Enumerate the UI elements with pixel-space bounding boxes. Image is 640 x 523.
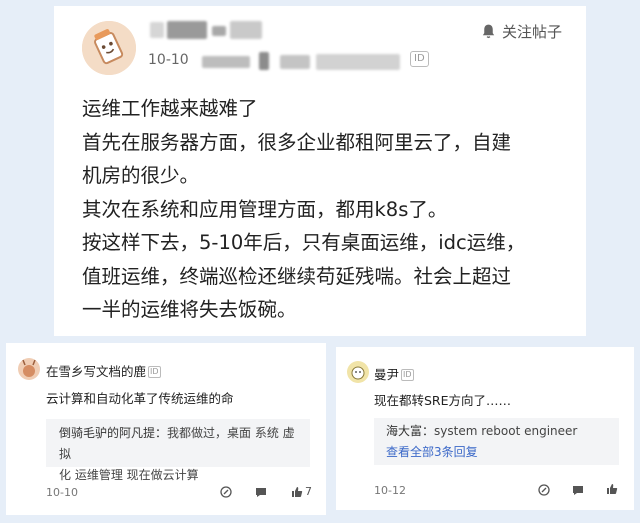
reply-button[interactable] xyxy=(255,486,267,498)
redacted-meta xyxy=(202,56,250,68)
id-badge: ID xyxy=(410,51,429,67)
commenter-name-text: 在雪乡写文档的鹿 xyxy=(46,364,147,379)
like-button[interactable] xyxy=(606,483,618,495)
comment-card: 在雪乡写文档的鹿 ID 云计算和自动化革了传统运维的命 倒骑毛驴的阿凡提：我都做过… xyxy=(6,343,326,515)
post-line: 运维工作越来越难了 xyxy=(82,97,258,120)
reply-preview[interactable]: 倒骑毛驴的阿凡提：我都做过，桌面 系统 虚拟 化 运维管理 现在做云计算 xyxy=(46,419,310,482)
thumbs-up-icon xyxy=(607,484,618,494)
post-line: 按这样下去，5-10年后，只有桌面运维，idc运维， xyxy=(82,231,526,254)
edit-icon xyxy=(538,484,550,496)
like-count: 7 xyxy=(305,485,312,498)
thumbs-up-icon xyxy=(292,486,303,497)
comment-text: 现在都转SRE方向了…… xyxy=(374,393,512,408)
post-line: 机房的很少。 xyxy=(82,164,200,187)
redacted-author-name xyxy=(230,21,262,39)
like-button[interactable]: 7 xyxy=(291,485,312,498)
comment-date: 10-10 xyxy=(46,486,78,499)
post-line: 一半的运维将失去饭碗。 xyxy=(82,298,297,321)
comment-icon xyxy=(256,488,266,497)
redacted-meta xyxy=(316,54,400,70)
commenter-avatar[interactable] xyxy=(18,358,40,380)
id-badge: ID xyxy=(401,369,414,381)
comment-text: 云计算和自动化革了传统运维的命 xyxy=(46,391,234,406)
commenter-name[interactable]: 在雪乡写文档的鹿 ID xyxy=(46,361,161,380)
redacted-author-name xyxy=(167,21,207,39)
comment-date: 10-12 xyxy=(374,484,406,497)
post-content: 运维工作越来越难了 首先在服务器方面，很多企业都租阿里云了，自建 机房的很少。 … xyxy=(82,92,572,327)
bell-icon xyxy=(482,24,495,39)
reply-author: 倒骑毛驴的阿凡提： xyxy=(59,426,168,440)
redacted-author-name xyxy=(150,22,164,38)
cartoon-avatar-icon xyxy=(347,361,369,383)
post-line: 值班运维，终端巡检还继续苟延残喘。社会上超过 xyxy=(82,264,512,288)
redacted-meta xyxy=(280,55,310,69)
edit-button[interactable] xyxy=(538,484,550,496)
post-line: 其次在系统和应用管理方面，都用k8s了。 xyxy=(82,197,448,221)
cartoon-avatar-icon xyxy=(82,21,136,75)
comment-icon xyxy=(573,486,583,495)
edit-icon xyxy=(220,486,232,498)
follow-label: 关注帖子 xyxy=(501,22,562,41)
post-date: 10-10 xyxy=(148,52,189,68)
deer-avatar-icon xyxy=(18,358,40,380)
view-all-replies-link[interactable]: 查看全部3条回复 xyxy=(386,442,607,463)
follow-post-button[interactable]: 关注帖子 xyxy=(480,19,562,43)
comment-card: 曼尹 ID 现在都转SRE方向了…… 海大富：system reboot engi… xyxy=(336,347,634,510)
author-avatar[interactable] xyxy=(82,21,136,75)
post-card: 关注帖子 10-10 ID 运维工作越来越难了 首先在服务器方面，很多企业都租阿… xyxy=(54,6,586,336)
reply-line: 海大富：system reboot engineer xyxy=(386,421,607,442)
commenter-name[interactable]: 曼尹 ID xyxy=(374,364,414,383)
reply-preview[interactable]: 海大富：system reboot engineer 查看全部3条回复 xyxy=(374,418,619,465)
redacted-meta xyxy=(259,52,269,70)
id-badge: ID xyxy=(148,366,161,378)
post-line: 首先在服务器方面，很多企业都租阿里云了，自建 xyxy=(82,130,512,154)
redacted-author-name xyxy=(212,26,226,36)
reply-button[interactable] xyxy=(572,484,584,496)
edit-button[interactable] xyxy=(220,486,232,498)
reply-text: system reboot engineer xyxy=(434,424,578,438)
reply-line: 倒骑毛驴的阿凡提：我都做过，桌面 系统 虚拟 xyxy=(59,423,297,465)
commenter-avatar[interactable] xyxy=(347,361,369,383)
reply-author: 海大富： xyxy=(386,424,435,438)
reply-line: 化 运维管理 现在做云计算 xyxy=(59,468,199,482)
commenter-name-text: 曼尹 xyxy=(374,367,400,382)
